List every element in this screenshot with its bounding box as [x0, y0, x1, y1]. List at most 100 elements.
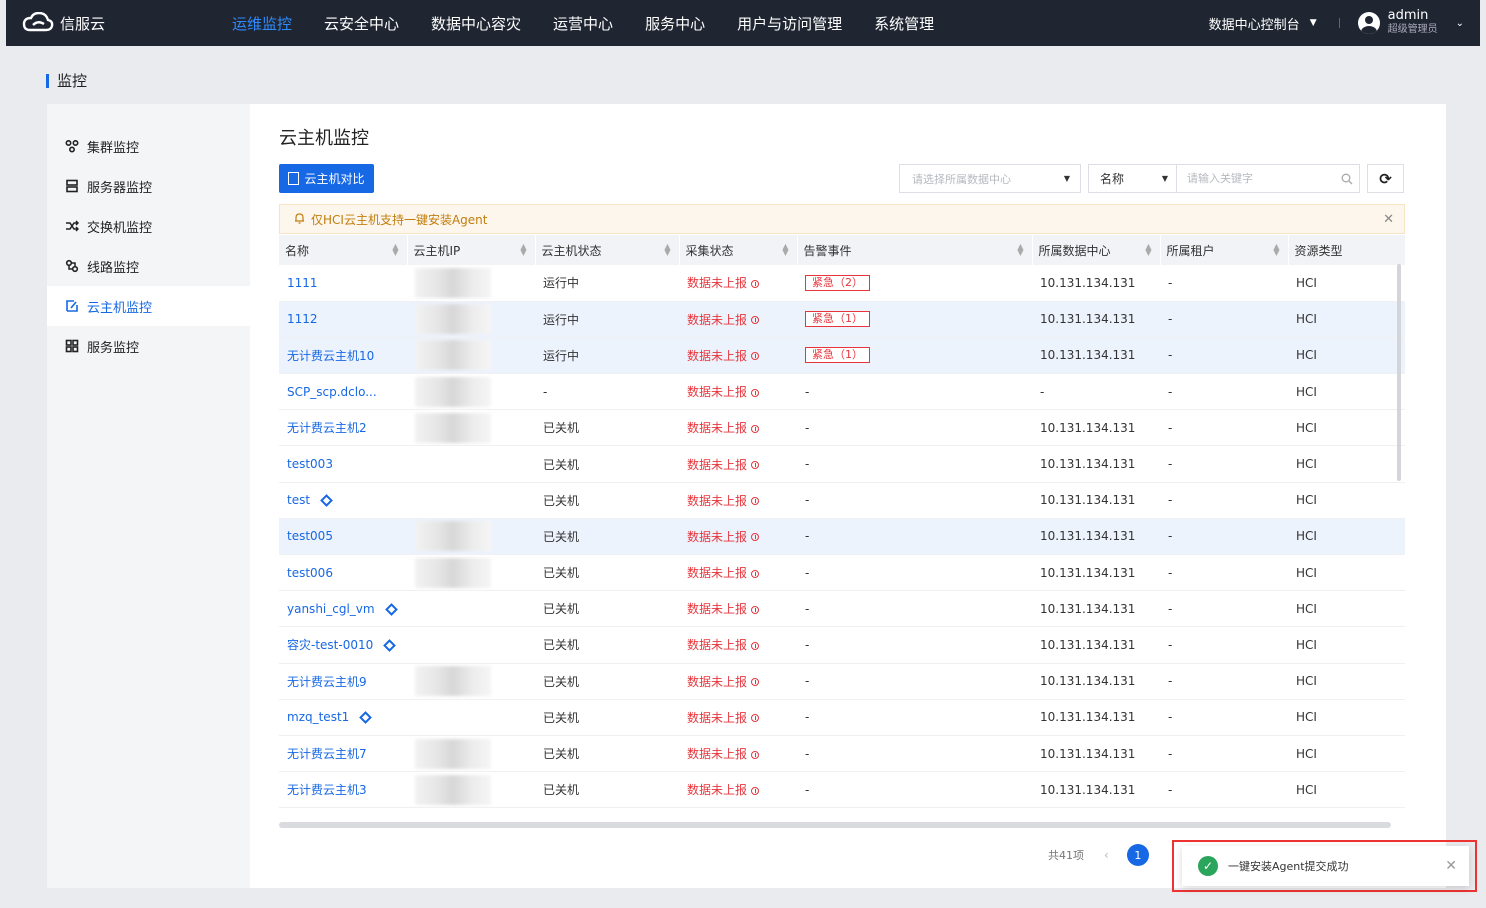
- alarm-badge[interactable]: 紧急（1）: [805, 347, 870, 364]
- table-row[interactable]: test006 已关机 数据未上报 -10.131.134.131- HCI: [279, 554, 1405, 592]
- nav-cloud-security[interactable]: 云安全中心: [324, 13, 399, 34]
- info-icon[interactable]: [751, 279, 760, 288]
- table-row[interactable]: 无计费云主机2 已关机 数据未上报 -10.131.134.131- HCI: [279, 409, 1405, 447]
- close-icon[interactable]: ✕: [1445, 858, 1457, 874]
- info-icon[interactable]: [751, 569, 760, 578]
- table-row[interactable]: 无计费云主机7 已关机 数据未上报 -10.131.134.131- HCI: [279, 735, 1405, 773]
- info-icon[interactable]: [751, 750, 760, 759]
- cell-collect-status: 数据未上报: [679, 301, 797, 338]
- vm-name-link[interactable]: 无计费云主机9: [287, 675, 367, 689]
- nav-dc-disaster-recovery[interactable]: 数据中心容灾: [431, 13, 521, 34]
- search-icon[interactable]: [1335, 173, 1359, 185]
- cell-resource-type: HCI: [1288, 771, 1405, 809]
- vm-name-link[interactable]: test006: [287, 566, 333, 580]
- alarm-badge[interactable]: 紧急（2）: [805, 274, 870, 291]
- sort-icon[interactable]: ▲ ▼: [1273, 243, 1279, 257]
- nav-ops-monitor[interactable]: 运维监控: [232, 13, 292, 34]
- column-header-datacenter[interactable]: 所属数据中心 ▲ ▼: [1032, 235, 1161, 265]
- console-switcher[interactable]: 数据中心控制台 ▼: [1209, 14, 1317, 33]
- user-menu[interactable]: admin 超级管理员: [1388, 9, 1438, 37]
- sort-icon[interactable]: ▲ ▼: [1145, 243, 1151, 257]
- info-icon[interactable]: [751, 786, 760, 795]
- horizontal-scrollbar[interactable]: [279, 822, 1391, 828]
- avatar[interactable]: [1357, 12, 1380, 34]
- column-header-vm-status[interactable]: 云主机状态 ▲ ▼: [535, 235, 680, 265]
- column-label: 云主机状态: [541, 243, 602, 258]
- alert-text: 仅HCI云主机支持一键安装Agent: [311, 212, 488, 227]
- sidebar-item-cluster[interactable]: 集群监控: [47, 126, 250, 166]
- column-header-collect-status[interactable]: 采集状态 ▲ ▼: [679, 235, 798, 265]
- info-icon[interactable]: [751, 678, 760, 687]
- vm-name-link[interactable]: 容灾-test-0010: [287, 638, 373, 652]
- redacted-ip: [415, 557, 491, 588]
- page-number[interactable]: 1: [1126, 844, 1149, 866]
- sort-icon[interactable]: ▲ ▼: [664, 243, 670, 257]
- refresh-button[interactable]: ⟳: [1367, 164, 1404, 193]
- vm-name-link[interactable]: 1112: [287, 312, 318, 326]
- table-row[interactable]: 无计费云主机9 已关机 数据未上报 -10.131.134.131- HCI: [279, 663, 1405, 700]
- info-icon[interactable]: [751, 316, 760, 325]
- column-header-tenant[interactable]: 所属租户 ▲ ▼: [1160, 235, 1289, 265]
- vm-name-link[interactable]: 无计费云主机10: [287, 349, 374, 363]
- sort-icon[interactable]: ▲ ▼: [1017, 243, 1023, 257]
- vm-name-link[interactable]: 1111: [287, 276, 318, 290]
- vm-name-link[interactable]: SCP_scp.dclo...: [287, 385, 377, 399]
- nav-service-center[interactable]: 服务中心: [645, 13, 705, 34]
- column-header-ip[interactable]: 云主机IP ▲ ▼: [407, 235, 536, 265]
- sidebar-item-vm[interactable]: 云主机监控: [47, 286, 250, 326]
- cell-collect-status: 数据未上报: [679, 518, 797, 556]
- table-row[interactable]: 容灾-test-0010 已关机 数据未上报 -10.131.134.131- HCI: [279, 626, 1405, 664]
- close-icon[interactable]: ✕: [1383, 212, 1394, 227]
- table-row[interactable]: 1112 运行中 数据未上报 紧急（1） 10.131.134.131- HCI: [279, 301, 1405, 338]
- chevron-down-icon[interactable]: ⌄: [1456, 18, 1464, 29]
- info-icon[interactable]: [751, 424, 760, 433]
- sort-icon[interactable]: ▲ ▼: [520, 243, 526, 257]
- info-icon[interactable]: [751, 641, 760, 650]
- search-field-select[interactable]: 名称 ▼: [1089, 165, 1177, 192]
- sidebar-item-link[interactable]: 线路监控: [47, 246, 250, 286]
- search-input[interactable]: [1177, 165, 1335, 192]
- vm-name-link[interactable]: 无计费云主机7: [287, 747, 367, 761]
- info-icon[interactable]: [751, 388, 760, 397]
- info-icon[interactable]: [751, 461, 760, 470]
- column-header-name[interactable]: 名称 ▲ ▼: [279, 235, 408, 265]
- info-icon[interactable]: [751, 497, 760, 506]
- sidebar-item-server[interactable]: 服务器监控: [47, 166, 250, 206]
- vm-name-link[interactable]: test005: [287, 529, 333, 543]
- info-icon[interactable]: [751, 533, 760, 542]
- sort-icon[interactable]: ▲ ▼: [782, 243, 788, 257]
- vm-name-link[interactable]: test: [287, 493, 310, 507]
- vm-compare-button[interactable]: 云主机对比: [279, 164, 374, 193]
- info-icon[interactable]: [751, 714, 760, 723]
- alarm-empty: -: [805, 420, 810, 435]
- vertical-scrollbar[interactable]: [1397, 264, 1401, 481]
- redacted-ip: [415, 412, 491, 443]
- info-icon[interactable]: [751, 352, 760, 361]
- column-header-alarm[interactable]: 告警事件 ▲ ▼: [797, 235, 1033, 265]
- table-row[interactable]: yanshi_cgl_vm 已关机 数据未上报 -10.131.134.131- HCI: [279, 590, 1405, 628]
- nav-system[interactable]: 系统管理: [874, 13, 934, 34]
- sort-icon[interactable]: ▲ ▼: [392, 243, 398, 257]
- vm-name-link[interactable]: 无计费云主机2: [287, 421, 367, 435]
- table-row[interactable]: test005 已关机 数据未上报 -10.131.134.131- HCI: [279, 518, 1405, 556]
- prev-page-icon[interactable]: ‹: [1104, 848, 1109, 862]
- vm-name-link[interactable]: test003: [287, 457, 333, 471]
- nav-operations[interactable]: 运营中心: [553, 13, 613, 34]
- logo[interactable]: 信服云: [22, 12, 232, 34]
- info-icon[interactable]: [751, 605, 760, 614]
- table-row[interactable]: mzq_test1 已关机 数据未上报 -10.131.134.131- HCI: [279, 699, 1405, 736]
- table-row[interactable]: SCP_scp.dclo... - 数据未上报 - - - HCI: [279, 373, 1405, 411]
- table-row[interactable]: test 已关机 数据未上报 -10.131.134.131- HCI: [279, 482, 1405, 519]
- vm-name-link[interactable]: 无计费云主机3: [287, 783, 367, 797]
- datacenter-select[interactable]: 请选择所属数据中心 ▼: [899, 164, 1081, 193]
- alarm-badge[interactable]: 紧急（1）: [805, 311, 870, 328]
- vm-name-link[interactable]: mzq_test1: [287, 710, 349, 724]
- sidebar-item-service[interactable]: 服务监控: [47, 326, 250, 366]
- nav-user-access[interactable]: 用户与访问管理: [737, 13, 842, 34]
- sidebar-item-switch[interactable]: 交换机监控: [47, 206, 250, 246]
- table-row[interactable]: 无计费云主机3 已关机 数据未上报 -10.131.134.131- HCI: [279, 771, 1405, 809]
- table-row[interactable]: 无计费云主机10 运行中 数据未上报 紧急（1） 10.131.134.131- HCI: [279, 337, 1405, 375]
- vm-name-link[interactable]: yanshi_cgl_vm: [287, 602, 375, 616]
- table-row[interactable]: 1111 运行中 数据未上报 紧急（2） 10.131.134.131- HCI: [279, 265, 1405, 302]
- table-row[interactable]: test003 已关机 数据未上报 -10.131.134.131- HCI: [279, 445, 1405, 483]
